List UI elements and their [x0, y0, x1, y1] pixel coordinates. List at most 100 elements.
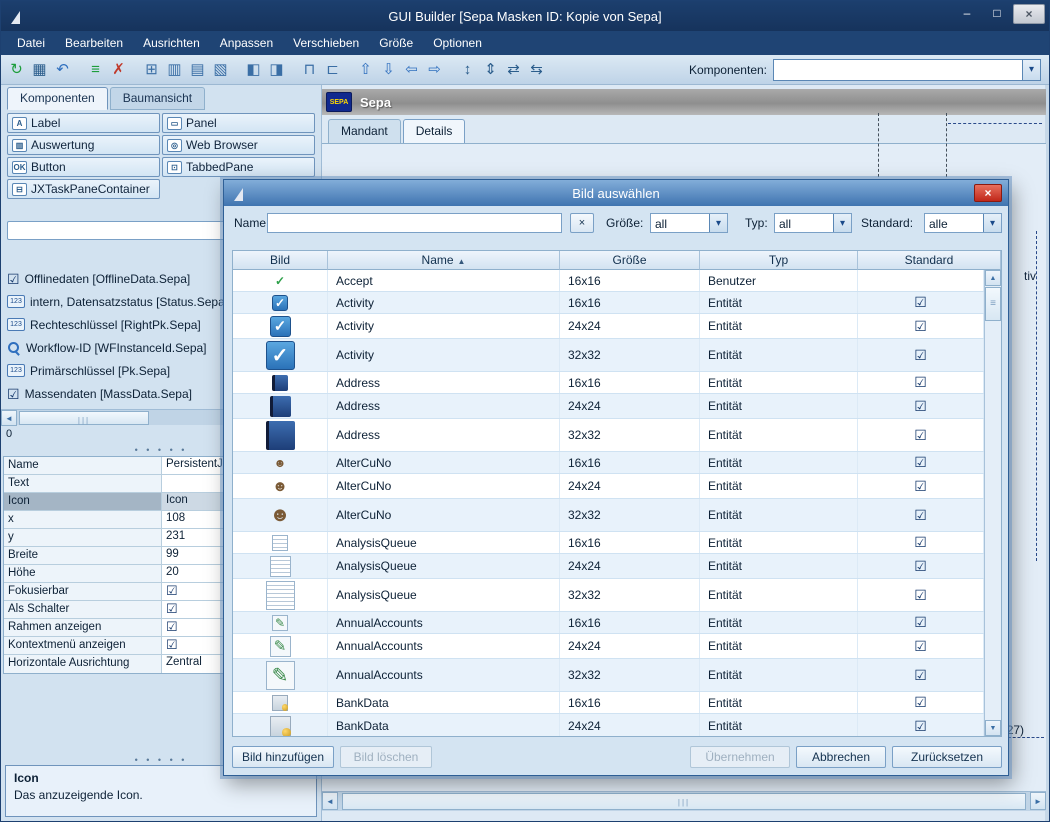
tab-mandant[interactable]: Mandant [328, 119, 401, 144]
dialog-close-button[interactable]: × [974, 184, 1002, 202]
scrollbar-thumb[interactable] [985, 287, 1001, 321]
menu-item-datei[interactable]: Datei [7, 31, 55, 55]
table-row[interactable]: AnalysisQueue16x16Entität☑ [233, 532, 984, 554]
component-label-button[interactable]: ALabel [7, 113, 160, 133]
table-row[interactable]: ✎AnnualAccounts24x24Entität☑ [233, 634, 984, 659]
checkbox-checked-icon[interactable]: ☑ [914, 507, 927, 524]
chevron-down-icon[interactable] [1022, 60, 1040, 80]
size-height-grow-icon[interactable]: ⇕ [479, 58, 502, 81]
chevron-down-icon[interactable] [709, 214, 727, 232]
align-left-icon[interactable]: ▤ [186, 58, 209, 81]
close-button[interactable]: × [1013, 4, 1045, 24]
checkbox-checked-icon[interactable]: ☑ [914, 614, 927, 631]
size-height-icon[interactable]: ↕ [456, 58, 479, 81]
component-panel-button[interactable]: ▭Panel [162, 113, 315, 133]
table-row[interactable]: Address24x24Entität☑ [233, 394, 984, 419]
new-window-icon[interactable]: ⊞ [140, 58, 163, 81]
size-width-grow-icon[interactable]: ⇆ [525, 58, 548, 81]
move-down-icon[interactable]: ⇩ [377, 58, 400, 81]
chart-icon[interactable]: ▥ [163, 58, 186, 81]
table-row[interactable]: ☻AlterCuNo24x24Entität☑ [233, 474, 984, 499]
refresh-icon[interactable]: ↻ [5, 58, 28, 81]
image-table-scrollbar[interactable] [984, 270, 1001, 736]
tab-baumansicht[interactable]: Baumansicht [110, 87, 205, 110]
column-header-name[interactable]: Name▲ [328, 251, 560, 270]
component-tabbedpane-button[interactable]: ⊡TabbedPane [162, 157, 315, 177]
design-area-scrollbar[interactable] [322, 791, 1046, 811]
checkbox-checked-icon[interactable]: ☑ [914, 454, 927, 471]
menu-item-anpassen[interactable]: Anpassen [210, 31, 283, 55]
checkbox-checked-icon[interactable]: ☑ [914, 294, 927, 311]
standard-filter-combobox[interactable]: alle [924, 213, 1002, 233]
table-row[interactable]: Address32x32Entität☑ [233, 419, 984, 452]
typ-filter-combobox[interactable]: all [774, 213, 852, 233]
menu-item-optionen[interactable]: Optionen [423, 31, 492, 55]
component-web-browser-button[interactable]: ◎Web Browser [162, 135, 315, 155]
component-auswertung-button[interactable]: ▥Auswertung [7, 135, 160, 155]
column-header-standard[interactable]: Standard [858, 251, 1001, 270]
checkbox-checked-icon[interactable]: ☑ [914, 694, 927, 711]
menu-item-bearbeiten[interactable]: Bearbeiten [55, 31, 133, 55]
tile-icon[interactable]: ◨ [265, 58, 288, 81]
table-row[interactable]: BankData16x16Entität☑ [233, 692, 984, 714]
checkbox-checked-icon[interactable]: ☑ [914, 478, 927, 495]
move-out-icon[interactable]: ⇨ [423, 58, 446, 81]
delete-grid-icon[interactable]: ✗ [107, 58, 130, 81]
maximize-button[interactable]: □ [983, 4, 1011, 24]
table-row[interactable]: ✎AnnualAccounts16x16Entität☑ [233, 612, 984, 634]
checkbox-checked-icon[interactable]: ☑ [914, 638, 927, 655]
menu-item-gre[interactable]: Größe [369, 31, 423, 55]
chevron-down-icon[interactable] [833, 214, 851, 232]
table-row[interactable]: ✓Activity16x16Entität☑ [233, 292, 984, 314]
checkbox-checked-icon[interactable]: ☑ [166, 619, 178, 634]
scroll-left-icon[interactable] [1, 410, 17, 426]
column-header-typ[interactable]: Typ [700, 251, 858, 270]
size-width-icon[interactable]: ⇄ [502, 58, 525, 81]
clear-filter-button[interactable]: × [570, 213, 594, 233]
scroll-up-icon[interactable] [985, 270, 1001, 286]
cancel-button[interactable]: Abbrechen [796, 746, 886, 768]
checkbox-checked-icon[interactable]: ☑ [914, 398, 927, 415]
align-right-icon[interactable]: ▧ [209, 58, 232, 81]
checkbox-checked-icon[interactable]: ☑ [914, 558, 927, 575]
scroll-right-icon[interactable] [1030, 792, 1046, 810]
minimize-button[interactable]: – [953, 4, 981, 24]
reset-button[interactable]: Zurücksetzen [892, 746, 1002, 768]
checkbox-checked-icon[interactable]: ☑ [166, 601, 178, 616]
checkbox-checked-icon[interactable]: ☑ [914, 427, 927, 444]
checkbox-checked-icon[interactable]: ☑ [914, 587, 927, 604]
checkbox-checked-icon[interactable]: ☑ [914, 534, 927, 551]
delete-image-button[interactable]: Bild löschen [340, 746, 432, 768]
table-row[interactable]: AnalysisQueue24x24Entität☑ [233, 554, 984, 579]
checkbox-checked-icon[interactable]: ☑ [914, 318, 927, 335]
table-row[interactable]: ☻AlterCuNo16x16Entität☑ [233, 452, 984, 474]
checkbox-checked-icon[interactable]: ☑ [166, 583, 178, 598]
component-jxtaskpanecontainer-button[interactable]: ⊟JXTaskPaneContainer [7, 179, 160, 199]
undo-icon[interactable]: ↶ [51, 58, 74, 81]
table-row[interactable]: Address16x16Entität☑ [233, 372, 984, 394]
table-row[interactable]: BankData24x24Entität☑ [233, 714, 984, 736]
groesse-filter-combobox[interactable]: all [650, 213, 728, 233]
scrollbar-thumb[interactable] [342, 793, 1026, 810]
table-row[interactable]: ✎AnnualAccounts32x32Entität☑ [233, 659, 984, 692]
scroll-down-icon[interactable] [985, 720, 1001, 736]
tab-details[interactable]: Details [403, 119, 466, 144]
checkbox-checked-icon[interactable]: ☑ [914, 718, 927, 735]
move-in-icon[interactable]: ⇦ [400, 58, 423, 81]
chevron-down-icon[interactable] [983, 214, 1001, 232]
table-row[interactable]: ✓Activity32x32Entität☑ [233, 339, 984, 372]
checkbox-checked-icon[interactable]: ☑ [914, 374, 927, 391]
component-button-button[interactable]: OKButton [7, 157, 160, 177]
name-filter-input[interactable] [267, 213, 562, 233]
column-header-groesse[interactable]: Größe [560, 251, 700, 270]
checkbox-checked-icon[interactable]: ☑ [914, 347, 927, 364]
table-row[interactable]: ✓Accept16x16Benutzer [233, 270, 984, 292]
cascade-icon[interactable]: ◧ [242, 58, 265, 81]
scroll-left-icon[interactable] [322, 792, 338, 810]
apply-button[interactable]: Übernehmen [690, 746, 790, 768]
add-image-button[interactable]: Bild hinzufügen [232, 746, 334, 768]
table-row[interactable]: ☻AlterCuNo32x32Entität☑ [233, 499, 984, 532]
scrollbar-thumb[interactable] [19, 411, 149, 425]
checkbox-checked-icon[interactable]: ☑ [166, 637, 178, 652]
margin-left-icon[interactable]: ⊏ [321, 58, 344, 81]
